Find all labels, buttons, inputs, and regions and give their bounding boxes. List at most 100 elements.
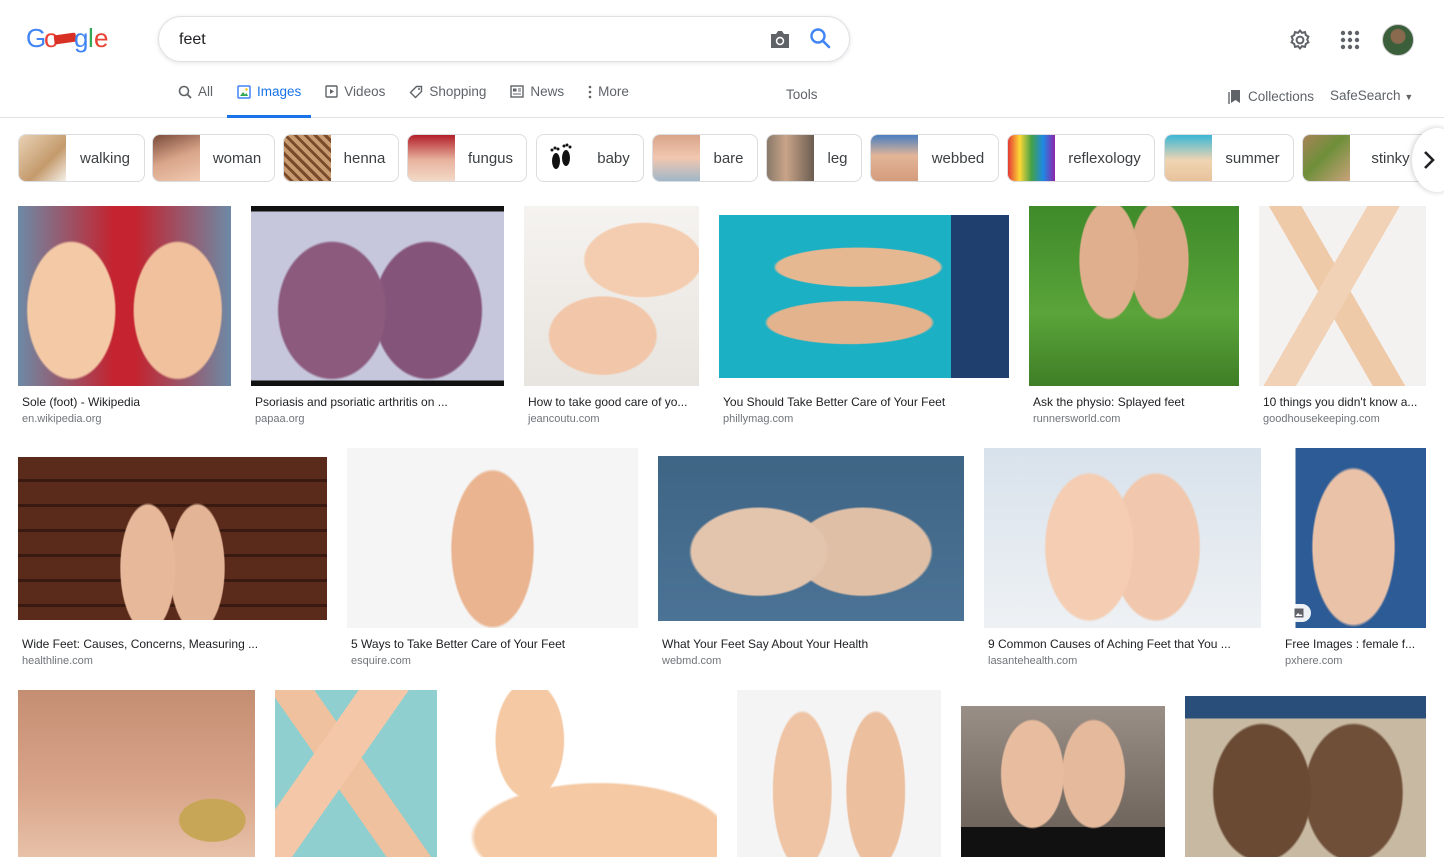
safesearch-dropdown[interactable]: SafeSearch ▼ — [1330, 88, 1413, 103]
result-title: Sole (foot) - Wikipedia — [22, 395, 141, 409]
image-result[interactable]: 10 things you didn't know a... goodhouse… — [1259, 206, 1427, 432]
result-thumbnail — [251, 206, 504, 386]
result-title: 10 things you didn't know a... — [1263, 395, 1418, 409]
collections-button[interactable]: Collections — [1228, 88, 1314, 104]
tab-label: More — [598, 84, 629, 99]
image-result[interactable]: Free Images : female f... pxhere.com — [1281, 448, 1427, 674]
chip-woman[interactable]: woman — [152, 134, 275, 182]
result-thumbnail — [737, 690, 941, 857]
account-avatar[interactable] — [1382, 24, 1414, 56]
tag-icon — [409, 85, 423, 99]
search-tabs: All Images Videos Shopping News More — [178, 84, 653, 118]
chip-label: webbed — [931, 149, 985, 167]
chip-thumbnail — [1008, 135, 1055, 181]
result-thumbnail — [1281, 448, 1426, 628]
settings-gear-icon[interactable] — [1286, 26, 1314, 54]
chip-bare[interactable]: bare — [652, 134, 758, 182]
result-title: 9 Common Causes of Aching Feet that You … — [988, 637, 1231, 651]
image-result[interactable]: 9 Common Causes of Aching Feet that You … — [984, 448, 1262, 674]
tab-shopping[interactable]: Shopping — [409, 84, 486, 118]
tab-news[interactable]: News — [510, 84, 564, 118]
result-thumbnail — [719, 215, 1009, 378]
chip-thumbnail — [153, 135, 200, 181]
result-thumbnail — [524, 206, 699, 386]
chip-label: leg — [827, 149, 848, 167]
chip-label: walking — [79, 149, 131, 167]
svg-text:e: e — [94, 23, 108, 53]
result-source: pxhere.com — [1285, 655, 1343, 667]
chip-leg[interactable]: leg — [766, 134, 862, 182]
result-source: runnersworld.com — [1033, 413, 1121, 425]
chip-thumbnail — [767, 135, 814, 181]
result-title: What Your Feet Say About Your Health — [662, 637, 869, 651]
tab-images[interactable]: Images — [227, 84, 312, 118]
tab-label: Videos — [344, 84, 386, 99]
tools-button[interactable]: Tools — [786, 87, 818, 102]
search-icon[interactable] — [806, 24, 834, 52]
chip-webbed[interactable]: webbed — [870, 134, 999, 182]
search-input[interactable] — [179, 27, 759, 53]
svg-text:l: l — [88, 23, 94, 53]
image-result[interactable]: 5 Ways to Take Better Care of Your Feet … — [347, 448, 639, 674]
image-result[interactable] — [961, 690, 1166, 857]
chip-thumbnail — [653, 135, 700, 181]
result-source: papaa.org — [255, 413, 305, 425]
result-thumbnail — [961, 706, 1165, 857]
result-title: 5 Ways to Take Better Care of Your Feet — [351, 637, 566, 651]
result-source: healthline.com — [22, 655, 93, 667]
google-doodle-logo[interactable]: G o g l e — [24, 20, 108, 56]
chip-summer[interactable]: summer — [1164, 134, 1294, 182]
image-result[interactable] — [18, 690, 256, 857]
result-source: phillymag.com — [723, 413, 794, 425]
tab-all[interactable]: All — [178, 84, 213, 118]
image-result[interactable]: Wide Feet: Causes, Concerns, Measuring .… — [18, 448, 328, 674]
chip-fungus[interactable]: fungus — [407, 134, 527, 182]
chip-henna[interactable]: henna — [283, 134, 399, 182]
result-thumbnail — [984, 448, 1261, 628]
image-result[interactable] — [457, 690, 718, 857]
image-result[interactable]: Sole (foot) - Wikipedia en.wikipedia.org — [18, 206, 232, 432]
tab-label: Images — [257, 84, 302, 99]
collections-label: Collections — [1248, 88, 1315, 104]
image-result[interactable]: You Should Take Better Care of Your Feet… — [719, 206, 1010, 432]
result-source: jeancoutu.com — [528, 413, 600, 425]
camera-icon[interactable] — [766, 26, 794, 52]
chip-label: woman — [212, 149, 262, 167]
image-result[interactable] — [737, 690, 942, 857]
result-title: You Should Take Better Care of Your Feet — [723, 395, 946, 409]
search-icon — [178, 85, 192, 99]
image-result[interactable]: Ask the physio: Splayed feet runnersworl… — [1029, 206, 1240, 432]
chip-baby[interactable]: baby — [536, 134, 644, 182]
video-icon — [325, 85, 338, 98]
result-title: Free Images : female f... — [1285, 637, 1416, 651]
chip-walking[interactable]: walking — [18, 134, 145, 182]
apps-grid-icon[interactable] — [1336, 26, 1364, 54]
image-icon — [237, 85, 251, 99]
chip-label: henna — [343, 149, 386, 167]
result-title: How to take good care of yo... — [528, 395, 688, 409]
tab-videos[interactable]: Videos — [325, 84, 385, 118]
tab-more[interactable]: More — [588, 84, 629, 118]
image-result[interactable] — [275, 690, 438, 857]
tab-label: Shopping — [429, 84, 487, 99]
chip-thumbnail — [408, 135, 455, 181]
result-source: webmd.com — [662, 655, 722, 667]
result-thumbnail — [1259, 206, 1426, 386]
image-result[interactable]: Psoriasis and psoriatic arthritis on ...… — [251, 206, 505, 432]
chip-label: baby — [597, 149, 630, 167]
chip-reflexology[interactable]: reflexology — [1007, 134, 1155, 182]
result-title: Psoriasis and psoriatic arthritis on ... — [255, 395, 448, 409]
image-result[interactable] — [1185, 690, 1427, 857]
chip-thumbnail — [284, 135, 331, 181]
tab-label: All — [198, 84, 214, 99]
image-result[interactable]: How to take good care of yo... jeancoutu… — [524, 206, 700, 432]
result-thumbnail — [18, 457, 327, 620]
result-thumbnail — [18, 690, 255, 857]
svg-text:g: g — [74, 23, 88, 53]
result-source: esquire.com — [351, 655, 411, 667]
chip-thumbnail — [1165, 135, 1212, 181]
image-result[interactable]: What Your Feet Say About Your Health web… — [658, 448, 965, 674]
result-source: goodhousekeeping.com — [1263, 413, 1380, 425]
result-thumbnail — [275, 690, 437, 857]
result-thumbnail — [658, 456, 964, 621]
